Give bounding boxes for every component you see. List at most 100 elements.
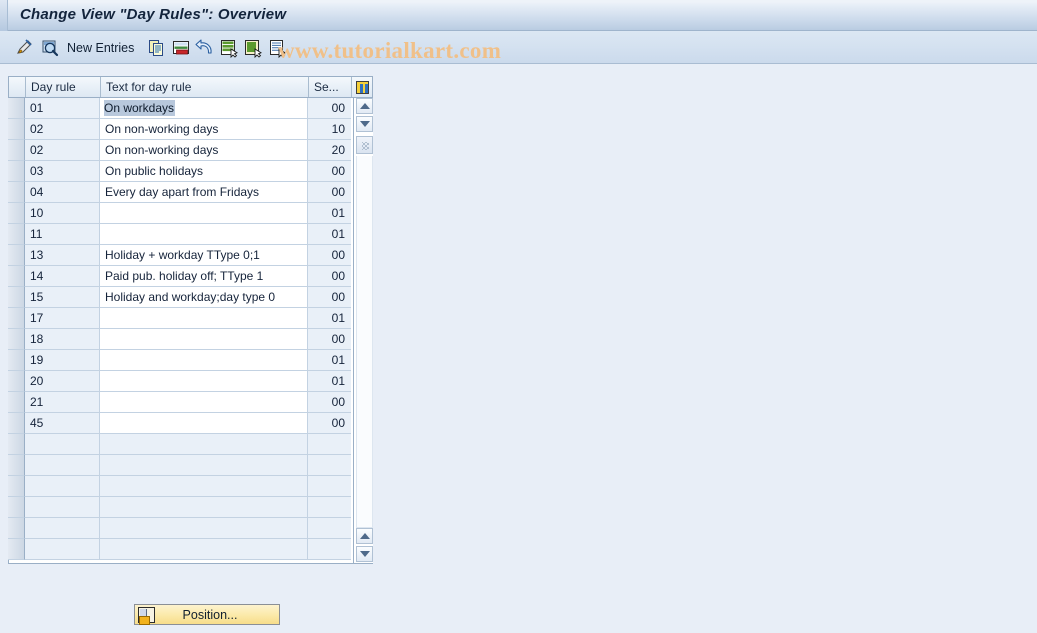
cell-day-rule[interactable]: 17 bbox=[25, 308, 100, 329]
table-row[interactable]: 18 00 bbox=[8, 329, 353, 350]
cell-se[interactable]: 00 bbox=[308, 245, 351, 266]
cell-day-rule[interactable]: 10 bbox=[25, 203, 100, 224]
row-select-cell[interactable] bbox=[8, 245, 25, 266]
cell-day-rule[interactable]: 11 bbox=[25, 224, 100, 245]
row-select-cell[interactable] bbox=[8, 413, 25, 434]
column-header-se[interactable]: Se... bbox=[309, 77, 352, 97]
cell-se[interactable] bbox=[308, 539, 351, 560]
row-select-cell[interactable] bbox=[8, 308, 25, 329]
cell-day-rule[interactable]: 18 bbox=[25, 329, 100, 350]
cell-text-for-day-rule[interactable] bbox=[100, 350, 308, 371]
scroll-up-button-top[interactable] bbox=[356, 98, 373, 114]
details-button[interactable] bbox=[39, 36, 61, 59]
scrollbar-thumb[interactable] bbox=[356, 136, 373, 154]
cell-se[interactable]: 01 bbox=[308, 203, 351, 224]
cell-day-rule[interactable]: 20 bbox=[25, 371, 100, 392]
vertical-scrollbar[interactable] bbox=[353, 98, 373, 563]
row-select-cell[interactable] bbox=[8, 119, 25, 140]
cell-text-for-day-rule[interactable]: Paid pub. holiday off; TType 1 bbox=[100, 266, 308, 287]
row-select-cell[interactable] bbox=[8, 266, 25, 287]
cell-se[interactable]: 00 bbox=[308, 287, 351, 308]
cell-se[interactable] bbox=[308, 455, 351, 476]
scrollbar-track[interactable] bbox=[356, 156, 373, 528]
table-row[interactable]: 15 Holiday and workday;day type 0 00 bbox=[8, 287, 353, 308]
cell-se[interactable] bbox=[308, 497, 351, 518]
cell-day-rule[interactable]: 02 bbox=[25, 119, 100, 140]
cell-day-rule[interactable]: 02 bbox=[25, 140, 100, 161]
cell-day-rule[interactable] bbox=[25, 455, 100, 476]
cell-text-for-day-rule[interactable]: Holiday and workday;day type 0 bbox=[100, 287, 308, 308]
cell-day-rule[interactable]: 21 bbox=[25, 392, 100, 413]
cell-day-rule[interactable]: 19 bbox=[25, 350, 100, 371]
cell-text-for-day-rule[interactable] bbox=[100, 371, 308, 392]
cell-se[interactable] bbox=[308, 476, 351, 497]
table-settings-button[interactable] bbox=[352, 77, 372, 97]
select-all-button[interactable] bbox=[218, 36, 240, 59]
cell-text-for-day-rule[interactable] bbox=[100, 224, 308, 245]
row-select-cell[interactable] bbox=[8, 182, 25, 203]
table-row[interactable]: 02 On non-working days 20 bbox=[8, 140, 353, 161]
scroll-down-button-top[interactable] bbox=[356, 116, 373, 132]
cell-day-rule[interactable] bbox=[25, 518, 100, 539]
cell-se[interactable]: 01 bbox=[308, 224, 351, 245]
undo-button[interactable] bbox=[194, 36, 216, 59]
cell-text-for-day-rule[interactable]: Every day apart from Fridays bbox=[100, 182, 308, 203]
table-row[interactable]: 11 01 bbox=[8, 224, 353, 245]
cell-text-for-day-rule[interactable] bbox=[100, 392, 308, 413]
cell-day-rule[interactable] bbox=[25, 497, 100, 518]
scroll-down-button-bottom[interactable] bbox=[356, 546, 373, 562]
cell-day-rule[interactable]: 15 bbox=[25, 287, 100, 308]
cell-se[interactable]: 01 bbox=[308, 371, 351, 392]
row-select-cell[interactable] bbox=[8, 203, 25, 224]
cell-text-for-day-rule[interactable] bbox=[100, 476, 308, 497]
cell-text-for-day-rule[interactable] bbox=[100, 308, 308, 329]
cell-se[interactable]: 00 bbox=[308, 329, 351, 350]
row-select-cell[interactable] bbox=[8, 497, 25, 518]
table-row[interactable]: 03 On public holidays 00 bbox=[8, 161, 353, 182]
cell-day-rule[interactable]: 04 bbox=[25, 182, 100, 203]
display-change-button[interactable] bbox=[14, 36, 36, 59]
row-select-cell[interactable] bbox=[8, 518, 25, 539]
cell-day-rule[interactable] bbox=[25, 539, 100, 560]
cell-text-for-day-rule[interactable] bbox=[100, 539, 308, 560]
deselect-all-button[interactable] bbox=[242, 36, 264, 59]
cell-se[interactable]: 00 bbox=[308, 392, 351, 413]
table-row[interactable] bbox=[8, 434, 353, 455]
table-row[interactable]: 45 00 bbox=[8, 413, 353, 434]
cell-text-for-day-rule[interactable]: On public holidays bbox=[100, 161, 308, 182]
table-row[interactable]: 02 On non-working days 10 bbox=[8, 119, 353, 140]
column-header-select[interactable] bbox=[9, 77, 26, 97]
cell-text-for-day-rule[interactable] bbox=[100, 203, 308, 224]
cell-text-for-day-rule[interactable] bbox=[100, 329, 308, 350]
table-row[interactable] bbox=[8, 539, 353, 560]
row-select-cell[interactable] bbox=[8, 392, 25, 413]
row-select-cell[interactable] bbox=[8, 161, 25, 182]
cell-se[interactable] bbox=[308, 518, 351, 539]
cell-se[interactable]: 20 bbox=[308, 140, 351, 161]
row-select-cell[interactable] bbox=[8, 140, 25, 161]
row-select-cell[interactable] bbox=[8, 329, 25, 350]
cell-se[interactable]: 01 bbox=[308, 350, 351, 371]
cell-day-rule[interactable] bbox=[25, 476, 100, 497]
table-row[interactable]: 19 01 bbox=[8, 350, 353, 371]
cell-text-for-day-rule[interactable]: Holiday + workday TType 0;1 bbox=[100, 245, 308, 266]
cell-text-for-day-rule[interactable] bbox=[100, 497, 308, 518]
cell-text-for-day-rule[interactable]: On non-working days bbox=[100, 140, 308, 161]
cell-day-rule[interactable]: 14 bbox=[25, 266, 100, 287]
scroll-up-button-bottom[interactable] bbox=[356, 528, 373, 544]
table-row[interactable] bbox=[8, 497, 353, 518]
cell-se[interactable]: 01 bbox=[308, 308, 351, 329]
copy-as-button[interactable] bbox=[146, 36, 168, 59]
row-select-cell[interactable] bbox=[8, 224, 25, 245]
cell-day-rule[interactable]: 03 bbox=[25, 161, 100, 182]
cell-se[interactable]: 10 bbox=[308, 119, 351, 140]
table-row[interactable] bbox=[8, 518, 353, 539]
row-select-cell[interactable] bbox=[8, 539, 25, 560]
cell-text-for-day-rule[interactable] bbox=[100, 455, 308, 476]
cell-text-for-day-rule[interactable] bbox=[100, 413, 308, 434]
table-row[interactable]: 13 Holiday + workday TType 0;1 00 bbox=[8, 245, 353, 266]
cell-day-rule[interactable]: 45 bbox=[25, 413, 100, 434]
cell-text-for-day-rule[interactable] bbox=[100, 434, 308, 455]
row-select-cell[interactable] bbox=[8, 371, 25, 392]
delete-button[interactable] bbox=[170, 36, 192, 59]
